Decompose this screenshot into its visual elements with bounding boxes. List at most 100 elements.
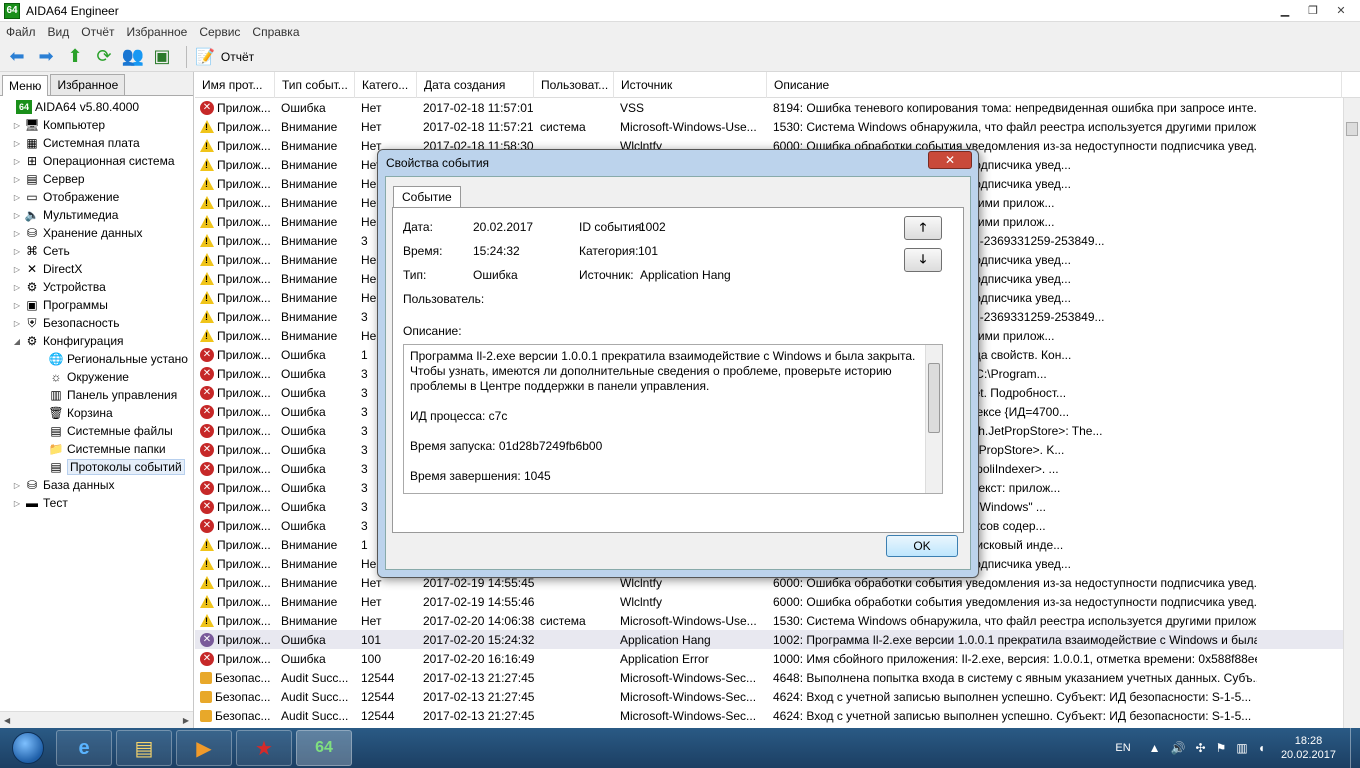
- action-center-icon[interactable]: ⚑: [1216, 741, 1227, 755]
- col-description[interactable]: Описание: [767, 72, 1342, 98]
- expander-icon[interactable]: ▷: [12, 211, 22, 220]
- expander-icon[interactable]: ▷: [12, 139, 22, 148]
- network-icon[interactable]: ▥: [1236, 741, 1247, 755]
- expander-icon[interactable]: ▷: [12, 247, 22, 256]
- col-category[interactable]: Катего...: [355, 72, 417, 98]
- expander-icon[interactable]: ▷: [12, 265, 22, 274]
- tray-app-icon[interactable]: ✣: [1196, 741, 1206, 755]
- table-row[interactable]: ! Прилож... Внимание Нет 2017-02-20 14:06:38…: [195, 611, 1360, 630]
- dialog-close-button[interactable]: ✕: [928, 151, 972, 169]
- taskbar-aida64[interactable]: 64: [296, 730, 352, 766]
- tree-item[interactable]: ▷ 🔈 Мультимедиа: [0, 206, 193, 224]
- tray-expand-icon[interactable]: ▲: [1149, 741, 1161, 755]
- clock[interactable]: 18:28 20.02.2017: [1281, 734, 1336, 762]
- maximize-button[interactable]: ❐: [1300, 2, 1326, 18]
- col-user[interactable]: Пользоват...: [534, 72, 614, 98]
- volume-mixer-icon[interactable]: ◖: [1258, 741, 1265, 755]
- description-textbox[interactable]: Программа Il-2.exe версии 1.0.0.1 прекра…: [403, 344, 943, 494]
- report-button[interactable]: 📝 Отчёт: [195, 47, 254, 67]
- tree-item[interactable]: ▷ ▭ Отображение: [0, 188, 193, 206]
- tree-item[interactable]: ▷ ⚙ Устройства: [0, 278, 193, 296]
- expander-icon[interactable]: ▷: [12, 121, 22, 130]
- menu-help[interactable]: Справка: [246, 25, 305, 39]
- taskbar-il2-game[interactable]: ★: [236, 730, 292, 766]
- expander-icon[interactable]: ▷: [12, 229, 22, 238]
- menu-file[interactable]: Файл: [0, 25, 42, 39]
- tree-item[interactable]: ▷ ⛁ База данных: [0, 476, 193, 494]
- tree-item[interactable]: ▷ ✕ DirectX: [0, 260, 193, 278]
- users-button[interactable]: 👥: [120, 44, 146, 70]
- table-vertical-scrollbar[interactable]: [1343, 98, 1360, 728]
- menu-service[interactable]: Сервис: [193, 25, 246, 39]
- tree-item[interactable]: ▷ 🖥 Компьютер: [0, 116, 193, 134]
- tab-favorites[interactable]: Избранное: [50, 74, 126, 95]
- volume-icon[interactable]: 🔊: [1171, 741, 1186, 755]
- table-row[interactable]: ! Прилож... Внимание Нет 2017-02-18 11:57:21…: [195, 117, 1360, 136]
- description-scrollbar[interactable]: [925, 345, 942, 493]
- col-source[interactable]: Источник: [614, 72, 767, 98]
- table-row[interactable]: Безопас... Audit Succ... 12544 2017-02-13 2…: [195, 668, 1360, 687]
- show-desktop-button[interactable]: [1350, 728, 1360, 768]
- expander-icon[interactable]: ▷: [12, 499, 22, 508]
- start-button[interactable]: [4, 729, 52, 767]
- up-button[interactable]: ⬆: [62, 44, 88, 70]
- monitor-button[interactable]: ▣: [149, 44, 175, 70]
- table-row[interactable]: Безопас... Audit Succ... 12544 2017-02-13 2…: [195, 706, 1360, 725]
- table-row[interactable]: ✕ Прилож... Ошибка 101 2017-02-20 15:24:32 Ap…: [195, 630, 1360, 649]
- tree-item[interactable]: ◢ ⚙ Конфигурация: [0, 332, 193, 350]
- tree-item[interactable]: ▷ ⊞ Операционная система: [0, 152, 193, 170]
- expander-icon[interactable]: ▷: [12, 193, 22, 202]
- tree-item[interactable]: 📁 Системные папки: [0, 440, 193, 458]
- col-event-type[interactable]: Тип событ...: [275, 72, 355, 98]
- table-row[interactable]: Безопас... Audit Succ... 12544 2017-02-13 2…: [195, 687, 1360, 706]
- refresh-button[interactable]: ⟳: [91, 44, 117, 70]
- expander-icon[interactable]: ▷: [12, 301, 22, 310]
- description-scroll-thumb[interactable]: [928, 363, 940, 433]
- error-icon: ✕: [200, 461, 214, 476]
- taskbar-media-player[interactable]: ▶: [176, 730, 232, 766]
- tree-item[interactable]: ☼ Окружение: [0, 368, 193, 386]
- close-button[interactable]: ✕: [1328, 2, 1354, 18]
- table-row[interactable]: ✕ Прилож... Ошибка 100 2017-02-20 16:16:49 Ap…: [195, 649, 1360, 668]
- expander-icon[interactable]: ▷: [12, 283, 22, 292]
- tree-item[interactable]: ▷ ▤ Сервер: [0, 170, 193, 188]
- scrollbar-thumb[interactable]: [1346, 122, 1358, 136]
- minimize-button[interactable]: ▁: [1272, 2, 1298, 18]
- expander-icon[interactable]: ▷: [12, 481, 22, 490]
- menu-favorites[interactable]: Избранное: [121, 25, 194, 39]
- taskbar-explorer[interactable]: ▤: [116, 730, 172, 766]
- tree-item[interactable]: 🗑 Корзина: [0, 404, 193, 422]
- cell-event-type: Audit Succ...: [281, 689, 349, 704]
- table-row[interactable]: ✕ Прилож... Ошибка Нет 2017-02-18 11:57:01 VS…: [195, 98, 1360, 117]
- back-button[interactable]: ⬅: [4, 44, 30, 70]
- tree-item[interactable]: ▷ ▣ Программы: [0, 296, 193, 314]
- tree-item[interactable]: ▷ ⌘ Сеть: [0, 242, 193, 260]
- next-event-button[interactable]: 🡓: [904, 248, 942, 272]
- menu-report[interactable]: Отчёт: [75, 25, 120, 39]
- language-indicator[interactable]: EN: [1115, 742, 1130, 754]
- previous-event-button[interactable]: 🡑: [904, 216, 942, 240]
- tree-item[interactable]: 64 AIDA64 v5.80.4000: [0, 98, 193, 116]
- tree-item[interactable]: 🌐 Региональные устано: [0, 350, 193, 368]
- taskbar-internet-explorer[interactable]: e: [56, 730, 112, 766]
- tree-item[interactable]: ▤ Протоколы событий: [0, 458, 193, 476]
- col-date-created[interactable]: Дата создания: [417, 72, 534, 98]
- tree-item[interactable]: ▤ Системные файлы: [0, 422, 193, 440]
- tab-event[interactable]: Событие: [393, 186, 461, 207]
- tree-horizontal-scrollbar[interactable]: ◀ ▶: [0, 711, 193, 728]
- col-log-name[interactable]: Имя прот...: [195, 72, 275, 98]
- ok-button[interactable]: OK: [886, 535, 958, 557]
- tree-item[interactable]: ▷ ▬ Тест: [0, 494, 193, 512]
- expander-icon[interactable]: ▷: [12, 157, 22, 166]
- tree-item[interactable]: ▷ ⛨ Безопасность: [0, 314, 193, 332]
- expander-icon[interactable]: ▷: [12, 175, 22, 184]
- menu-view[interactable]: Вид: [42, 25, 76, 39]
- table-row[interactable]: ! Прилож... Внимание Нет 2017-02-19 14:55:46…: [195, 592, 1360, 611]
- forward-button[interactable]: ➡: [33, 44, 59, 70]
- tree-item[interactable]: ▥ Панель управления: [0, 386, 193, 404]
- tree-item[interactable]: ▷ ⛁ Хранение данных: [0, 224, 193, 242]
- tree-item[interactable]: ▷ ▦ Системная плата: [0, 134, 193, 152]
- expander-icon[interactable]: ▷: [12, 319, 22, 328]
- tab-menu[interactable]: Меню: [2, 75, 49, 96]
- expander-icon[interactable]: ◢: [12, 337, 22, 346]
